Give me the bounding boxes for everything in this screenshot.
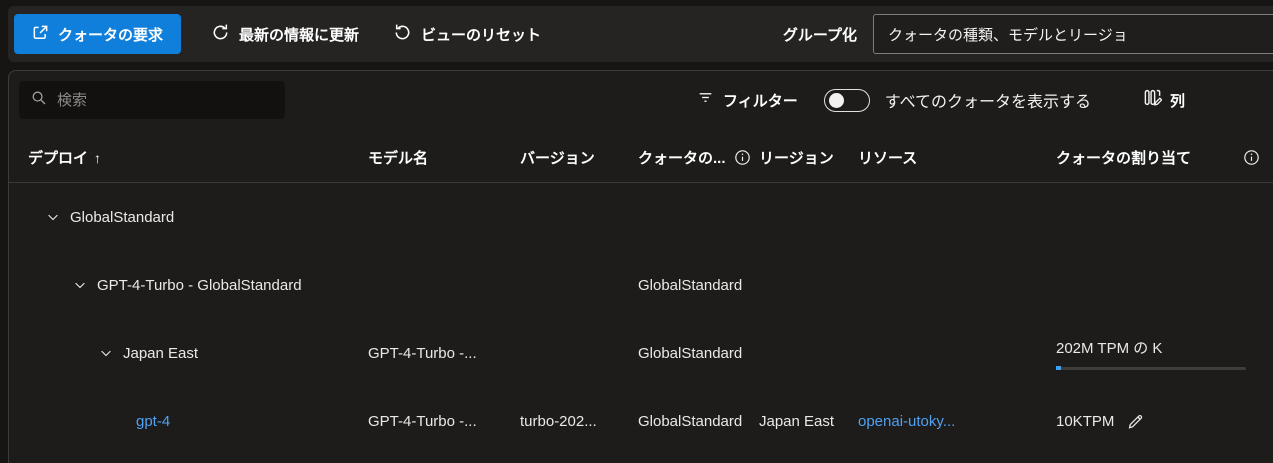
undo-icon: [393, 23, 412, 46]
request-quota-label: クォータの要求: [58, 24, 163, 45]
filter-icon: [697, 89, 714, 111]
panel-toolbar: フィルター すべてのクォータを表示する 列: [9, 71, 1273, 133]
version-value: turbo-202...: [520, 413, 597, 430]
edit-columns-button[interactable]: 列: [1143, 88, 1185, 112]
filter-label: フィルター: [723, 90, 798, 111]
refresh-label: 最新の情報に更新: [239, 24, 359, 45]
group-by-dropdown[interactable]: クォータの種類、モデルとリージョ: [873, 14, 1273, 54]
model-name-value: GPT-4-Turbo -...: [368, 413, 477, 430]
table-row[interactable]: GlobalStandard: [9, 183, 1273, 251]
quota-allocation-text: 202M TPM の K: [1056, 337, 1246, 358]
info-icon[interactable]: [1243, 149, 1260, 166]
refresh-button[interactable]: 最新の情報に更新: [207, 14, 363, 54]
column-header-quota-type[interactable]: クォータの...: [638, 147, 759, 168]
group-label: GlobalStandard: [70, 209, 174, 226]
quota-allocation-text: 10KTPM: [1056, 413, 1114, 430]
group-by-label: グループ化: [783, 24, 857, 45]
refresh-icon: [211, 23, 230, 46]
quota-usage-fill: [1056, 366, 1061, 370]
column-header-region[interactable]: リージョン: [759, 147, 858, 168]
command-bar: クォータの要求 最新の情報に更新 ビューのリセット グループ化: [8, 6, 1273, 62]
deployment-link[interactable]: gpt-4: [136, 413, 170, 430]
edit-quota-icon[interactable]: [1126, 412, 1145, 431]
model-name-value: GPT-4-Turbo -...: [368, 345, 477, 362]
chevron-down-icon[interactable]: [73, 278, 87, 292]
search-icon: [31, 90, 47, 111]
reset-view-label: ビューのリセット: [421, 24, 541, 45]
edit-columns-icon: [1143, 88, 1162, 112]
table-row[interactable]: Japan East GPT-4-Turbo -... GlobalStanda…: [9, 319, 1273, 387]
reset-view-button[interactable]: ビューのリセット: [389, 14, 545, 54]
resource-link[interactable]: openai-utoky...: [858, 413, 955, 430]
quota-usage-progressbar: [1056, 367, 1246, 370]
group-label: Japan East: [123, 345, 198, 362]
region-value: Japan East: [759, 413, 834, 430]
column-header-version[interactable]: バージョン: [520, 147, 638, 168]
chevron-down-icon[interactable]: [99, 346, 113, 360]
toggle-knob: [829, 93, 844, 108]
filter-button[interactable]: フィルター: [697, 89, 798, 111]
search-box[interactable]: [19, 81, 285, 119]
quota-allocation: 202M TPM の K: [1056, 337, 1246, 370]
column-header-deploy[interactable]: デプロイ ↑: [28, 147, 368, 168]
column-header-resource[interactable]: リソース: [858, 147, 1056, 168]
table-row[interactable]: gpt-4 GPT-4-Turbo -... turbo-202... Glob…: [9, 387, 1273, 455]
column-header-allocation[interactable]: クォータの割り当て: [1056, 147, 1266, 168]
quota-type-value: GlobalStandard: [638, 345, 742, 362]
chevron-down-icon[interactable]: [46, 210, 60, 224]
sort-asc-icon: ↑: [94, 150, 101, 166]
info-icon[interactable]: [734, 149, 751, 166]
table-tools: フィルター すべてのクォータを表示する 列: [697, 81, 1185, 119]
table-header: デプロイ ↑ モデル名 バージョン クォータの... リージョン: [9, 133, 1273, 183]
columns-label: 列: [1170, 90, 1185, 111]
external-link-icon: [32, 24, 49, 45]
group-by-value: クォータの種類、モデルとリージョ: [888, 24, 1128, 45]
column-header-model[interactable]: モデル名: [368, 147, 520, 168]
search-input[interactable]: [57, 92, 273, 109]
request-quota-button[interactable]: クォータの要求: [14, 14, 181, 54]
quota-panel: フィルター すべてのクォータを表示する 列: [8, 70, 1273, 463]
table-row[interactable]: GPT-4-Turbo - GlobalStandard GlobalStand…: [9, 251, 1273, 319]
group-by: グループ化 クォータの種類、モデルとリージョ: [783, 14, 1273, 54]
show-all-quota-toggle[interactable]: [824, 89, 870, 112]
show-all-quota-label: すべてのクォータを表示する: [885, 88, 1091, 112]
quota-type-value: GlobalStandard: [638, 277, 742, 294]
quota-type-value: GlobalStandard: [638, 413, 742, 430]
group-label: GPT-4-Turbo - GlobalStandard: [97, 277, 302, 294]
quota-screen: クォータの要求 最新の情報に更新 ビューのリセット グループ化: [0, 0, 1273, 463]
